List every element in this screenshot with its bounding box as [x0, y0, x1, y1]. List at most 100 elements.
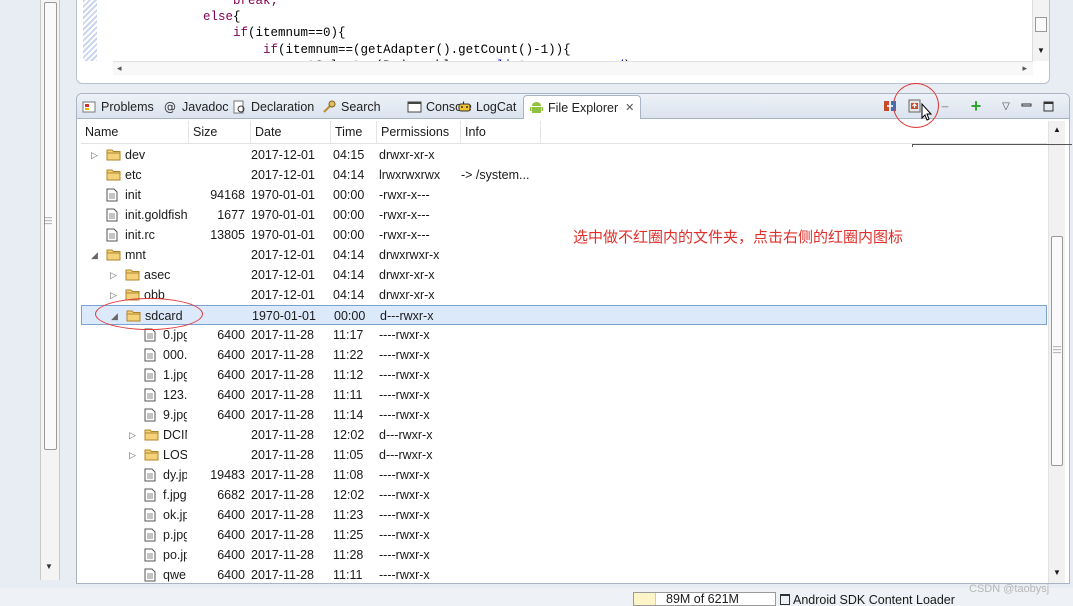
cell-size: 19483 [210, 468, 245, 482]
editor-horizontal-scrollbar[interactable]: ◂ ▸ [113, 61, 1033, 75]
view-menu-icon[interactable]: ▽ [997, 97, 1015, 115]
cell-permissions: ----rwxr-x [379, 328, 430, 342]
editor-scroll-thumb[interactable] [1035, 17, 1047, 32]
cell-name: ok.jp [163, 508, 187, 522]
tab-search[interactable]: Search [322, 98, 381, 116]
cell-date: 2017-11-28 [251, 548, 315, 562]
table-row[interactable]: init.goldfish 1677 1970-01-01 00:00 -rwxr-x-… [81, 205, 1047, 225]
android-icon [529, 101, 544, 115]
table-row[interactable]: 0.jpg64002017-11-2811:17----rwxr-x [81, 325, 1047, 345]
tab-problems[interactable]: Problems [82, 98, 154, 116]
code-token: { [233, 10, 241, 25]
table-row[interactable]: qwe.i 6400 2017-11-28 11:11 ----rwxr-x [81, 565, 1047, 583]
cell-date: 1970-01-01 [251, 208, 315, 222]
table-row[interactable]: 9.jpg 6400 2017-11-28 11:14 ----rwxr-x [81, 405, 1047, 425]
table-row[interactable]: ▷ asec 2017-12-01 04:14 drwxr-xr-x [81, 265, 1047, 285]
tab-javadoc[interactable]: @ Javadoc [163, 98, 229, 116]
column-header-permissions[interactable]: Permissions [377, 121, 461, 144]
cell-time: 11:23 [333, 508, 364, 522]
code-editor[interactable]: break; else{ if(itemnum==0){ if(itemnum=… [76, 0, 1050, 84]
table-row[interactable]: ◢ sdcard 1970-01-01 00:00 d---rwxr-x [81, 305, 1047, 325]
table-row[interactable]: 1.jpg 6400 2017-11-28 11:12 ----rwxr-x [81, 365, 1047, 385]
expanded-twisty-icon[interactable]: ◢ [91, 245, 98, 265]
collapsed-twisty-icon[interactable]: ▷ [91, 145, 98, 165]
column-header-size[interactable]: Size [189, 121, 251, 144]
cell-date: 1970-01-01 [251, 228, 315, 242]
column-header-date[interactable]: Date [251, 121, 331, 144]
cell-name: p.jpg [163, 528, 187, 542]
tab-label: Problems [101, 100, 154, 114]
tab-label: Declaration [251, 100, 315, 114]
logcat-icon [457, 100, 472, 114]
column-header-name[interactable]: Name [81, 121, 189, 144]
cell-time: 11:17 [333, 328, 364, 342]
tab-logcat[interactable]: LogCat [457, 98, 516, 116]
scroll-up-arrow-icon[interactable]: ▲ [1053, 125, 1061, 134]
cell-date: 2017-12-01 [251, 168, 315, 182]
table-row[interactable]: ▷ dev 2017-12-01 04:15 drwxr-xr-x [81, 145, 1047, 165]
scroll-left-arrow-icon[interactable]: ◂ [117, 63, 122, 74]
table-row[interactable]: po.jp 6400 2017-11-28 11:28 ----rwxr-x [81, 545, 1047, 565]
cell-date: 2017-11-28 [251, 348, 315, 362]
cell-info [461, 365, 551, 385]
cell-name: asec [144, 268, 171, 282]
table-row[interactable]: dy.jp 19483 2017-11-28 11:08 ----rwxr-x [81, 465, 1047, 485]
cell-time: 00:00 [333, 188, 365, 202]
column-header-time[interactable]: Time [331, 121, 377, 144]
minimize-icon[interactable] [1017, 97, 1035, 115]
scroll-down-arrow-icon[interactable]: ▼ [1053, 568, 1061, 577]
file-table-scrollbar[interactable]: ▲ — — — ▼ [1048, 121, 1065, 583]
cell-date: 1970-01-01 [252, 309, 316, 323]
folder-icon [144, 428, 159, 441]
new-folder-button[interactable]: + [967, 96, 985, 116]
cell-permissions: ----rwxr-x [379, 388, 430, 402]
collapsed-twisty-icon[interactable]: ▷ [129, 425, 136, 445]
collapsed-twisty-icon[interactable]: ▷ [129, 445, 136, 465]
table-row[interactable]: ▷ LOST 2017-11-28 11:05 d---rwxr-x [81, 445, 1047, 465]
memory-indicator[interactable]: 89M of 621M [633, 592, 776, 606]
watermark: CSDN @taobysj [969, 583, 1050, 595]
table-row[interactable]: f.jpg 6682 2017-11-28 12:02 ----rwxr-x [81, 485, 1047, 505]
cell-date: 2017-11-28 [251, 428, 315, 442]
maximize-icon[interactable] [1039, 97, 1057, 115]
cell-info [461, 265, 551, 285]
cell-name: init.goldfish [125, 208, 187, 222]
editor-vertical-scrollbar[interactable]: ▼ [1032, 0, 1049, 61]
cell-time: 11:08 [333, 468, 364, 482]
cell-time: 12:02 [333, 428, 365, 442]
cell-size: 6400 [217, 368, 245, 382]
tab-file-explorer[interactable]: File Explorer ✕ [523, 95, 642, 119]
table-row[interactable]: ◢ mnt 2017-12-01 04:14 drwxrwxr-x [81, 245, 1047, 265]
cell-permissions: ----rwxr-x [379, 348, 430, 362]
cell-size [189, 445, 245, 465]
table-row[interactable]: p.jpg 6400 2017-11-28 11:25 ----rwxr-x [81, 525, 1047, 545]
cell-info [461, 225, 551, 245]
cell-info [461, 425, 551, 445]
column-header-info[interactable]: Info [461, 121, 541, 144]
svg-text:@: @ [164, 100, 176, 114]
scroll-down-arrow-icon[interactable]: ▼ [1037, 46, 1045, 55]
table-row[interactable]: 000.jp 6400 2017-11-28 11:22 ----rwxr-x [81, 345, 1047, 365]
cell-name: qwe.i [163, 568, 187, 582]
table-row[interactable]: ▷ obb 2017-12-01 04:14 drwxr-xr-x [81, 285, 1047, 305]
code-line: break; [113, 0, 638, 9]
close-icon[interactable]: ✕ [625, 101, 634, 114]
table-row[interactable]: 123.jp 6400 2017-11-28 11:11 ----rwxr-x [81, 385, 1047, 405]
left-scrollbar[interactable]: — — — ▼ [40, 0, 60, 580]
cell-date: 2017-11-28 [251, 408, 315, 422]
file-icon [144, 488, 159, 502]
cell-name: etc [125, 168, 142, 182]
table-row[interactable]: etc 2017-12-01 04:14 lrwxrwxrwx -> /system..… [81, 165, 1047, 185]
table-row[interactable]: ok.jp 6400 2017-11-28 11:23 ----rwxr-x [81, 505, 1047, 525]
scroll-down-arrow-icon[interactable]: ▼ [45, 562, 53, 571]
folder-icon [125, 268, 140, 281]
file-tree-table[interactable]: ▷ dev 2017-12-01 04:15 drwxr-xr-x etc 2017-12-… [81, 145, 1047, 583]
tab-declaration[interactable]: Declaration [232, 98, 314, 116]
scroll-right-arrow-icon[interactable]: ▸ [1022, 63, 1027, 74]
collapsed-twisty-icon[interactable]: ▷ [110, 265, 117, 285]
table-row[interactable]: init 94168 1970-01-01 00:00 -rwxr-x--- [81, 185, 1047, 205]
cell-info [461, 465, 551, 485]
table-row[interactable]: ▷ DCIM 2017-11-28 12:02 d---rwxr-x [81, 425, 1047, 445]
cell-permissions: ----rwxr-x [379, 488, 430, 502]
